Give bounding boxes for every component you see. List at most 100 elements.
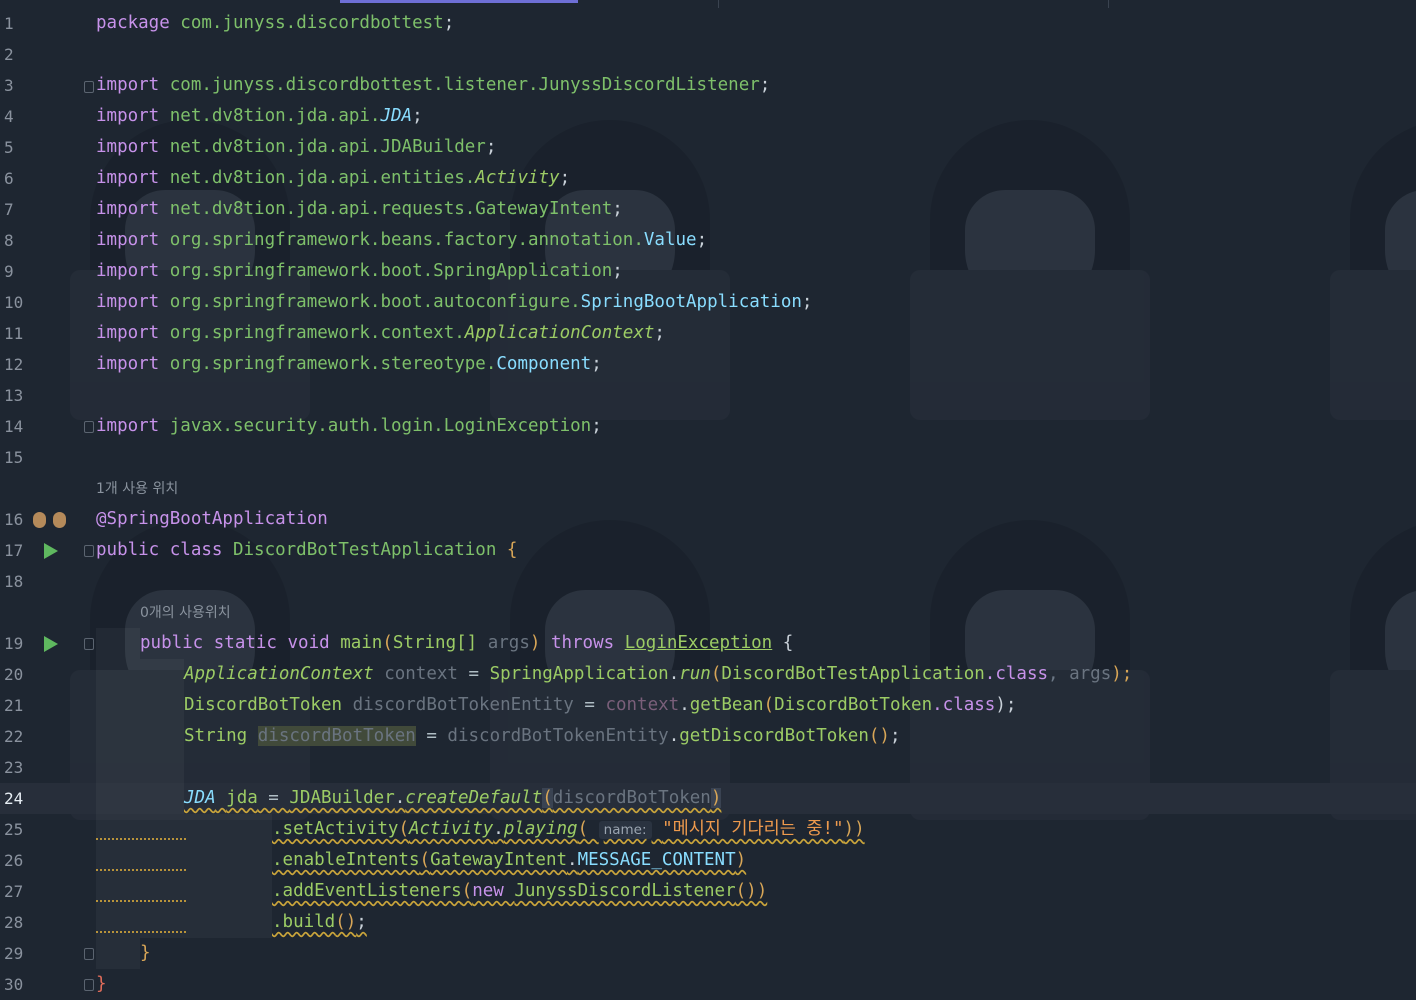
brace: } bbox=[140, 943, 151, 963]
code-line[interactable]: import net.dv8tion.jda.api.requests.Gate… bbox=[96, 194, 623, 225]
code-line[interactable]: import org.springframework.boot.autoconf… bbox=[96, 287, 812, 318]
run-icon[interactable] bbox=[44, 543, 58, 559]
package-name: com.junyss.discordbottest bbox=[169, 13, 444, 33]
editor-gutter[interactable]: 1 2 3 4 5 6 7 8 9 10 11 12 13 14 15 16 1… bbox=[0, 0, 94, 996]
paren: ( bbox=[763, 695, 775, 715]
paren: ( bbox=[577, 819, 599, 839]
code-line[interactable]: import org.springframework.beans.factory… bbox=[96, 225, 707, 256]
line-number: 23 bbox=[4, 758, 24, 777]
code-line[interactable]: public class DiscordBotTestApplication { bbox=[96, 535, 517, 566]
code-line[interactable]: import com.junyss.discordbottest.listene… bbox=[96, 70, 770, 101]
code-line[interactable]: } bbox=[140, 938, 151, 969]
code-line[interactable]: import net.dv8tion.jda.api.JDABuilder; bbox=[96, 132, 496, 163]
method-name: .addEventListeners bbox=[272, 881, 462, 901]
method-name: getDiscordBotToken bbox=[679, 726, 869, 746]
spring-bean-icon[interactable] bbox=[53, 512, 66, 528]
paren: ( bbox=[419, 850, 431, 870]
import-path: net.dv8tion.jda.api. bbox=[159, 106, 381, 126]
class-name: JunyssDiscordListener bbox=[514, 881, 736, 901]
code-line[interactable]: import org.springframework.context.Appli… bbox=[96, 318, 665, 349]
parameter: args bbox=[1069, 664, 1112, 684]
keyword: import bbox=[96, 292, 160, 312]
keyword: import bbox=[96, 199, 160, 219]
line-number: 18 bbox=[4, 572, 24, 591]
import-path: net.dv8tion.jda.api.requests.GatewayInte… bbox=[159, 199, 613, 219]
code-line[interactable]: public static void main(String[] args) t… bbox=[140, 628, 793, 659]
class-name: Activity bbox=[475, 168, 560, 188]
code-line[interactable]: import javax.security.auth.login.LoginEx… bbox=[96, 411, 602, 442]
line-number: 5 bbox=[4, 138, 14, 157]
code-line[interactable]: @SpringBootApplication bbox=[96, 504, 328, 535]
semicolon: ; bbox=[591, 354, 602, 374]
code-line[interactable]: } bbox=[96, 969, 107, 1000]
line-number: 10 bbox=[4, 293, 24, 312]
code-line[interactable]: import net.dv8tion.jda.api.JDA; bbox=[96, 101, 423, 132]
code-line[interactable]: .enableIntents(GatewayIntent.MESSAGE_CON… bbox=[272, 845, 746, 876]
paren: () bbox=[868, 726, 890, 746]
code-line[interactable]: import org.springframework.stereotype.Co… bbox=[96, 349, 602, 380]
paren: ) bbox=[735, 850, 747, 870]
class-name: Activity bbox=[408, 819, 494, 839]
method-name: main bbox=[340, 633, 383, 653]
code-line[interactable]: import org.springframework.boot.SpringAp… bbox=[96, 256, 623, 287]
code-line[interactable]: .addEventListeners(new JunyssDiscordList… bbox=[272, 876, 767, 907]
paren: ( bbox=[542, 788, 553, 808]
usage-hint[interactable]: 0개의 사용위치 bbox=[140, 602, 231, 622]
line-number: 4 bbox=[4, 107, 14, 126]
brace: } bbox=[96, 974, 107, 994]
class-name: Component bbox=[496, 354, 592, 374]
usage-hint[interactable]: 1개 사용 위치 bbox=[96, 478, 178, 498]
code-line[interactable]: package com.junyss.discordbottest; bbox=[96, 8, 454, 39]
semicolon: ; bbox=[612, 199, 623, 219]
keyword: import bbox=[96, 106, 160, 126]
import-path: net.dv8tion.jda.api.entities. bbox=[159, 168, 476, 188]
code-line[interactable]: import net.dv8tion.jda.api.entities.Acti… bbox=[96, 163, 570, 194]
keyword: import bbox=[96, 354, 160, 374]
annotation: @SpringBootApplication bbox=[96, 509, 328, 529]
paren: ); bbox=[1111, 664, 1133, 684]
keyword: public class bbox=[96, 540, 233, 560]
comma: , bbox=[1048, 664, 1070, 684]
parameter: args bbox=[477, 633, 530, 653]
code-line[interactable]: DiscordBotToken discordBotTokenEntity = … bbox=[184, 690, 1016, 721]
code-line[interactable]: .build(); bbox=[272, 907, 367, 938]
semicolon: ; bbox=[591, 416, 602, 436]
method-name: .build bbox=[272, 912, 336, 932]
code-editor[interactable]: package com.junyss.discordbottest; impor… bbox=[86, 0, 1416, 996]
run-icon[interactable] bbox=[44, 636, 58, 652]
spring-bean-icon[interactable] bbox=[33, 512, 46, 528]
import-path: net.dv8tion.jda.api.JDABuilder bbox=[159, 137, 486, 157]
brace: { bbox=[772, 633, 794, 653]
paren: ( bbox=[398, 819, 409, 839]
class-name: DiscordBotTestApplication bbox=[721, 664, 985, 684]
operator: = bbox=[573, 695, 606, 715]
line-number: 12 bbox=[4, 355, 24, 374]
method-name: .setActivity bbox=[272, 819, 399, 839]
semicolon: ; bbox=[443, 13, 455, 33]
keyword: import bbox=[96, 137, 160, 157]
paren: ()) bbox=[735, 881, 768, 901]
type-name: String bbox=[184, 726, 258, 746]
dot: . bbox=[679, 695, 690, 715]
line-number: 1 bbox=[4, 14, 14, 33]
variable-highlighted: discordBotToken bbox=[257, 726, 416, 746]
code-line[interactable]: ApplicationContext context = SpringAppli… bbox=[184, 659, 1132, 690]
class-name: DiscordBotToken bbox=[774, 695, 933, 715]
line-number-active: 24 bbox=[4, 789, 24, 808]
line-number: 29 bbox=[4, 944, 24, 963]
code-line-active[interactable]: JDA jda = JDABuilder.createDefault(disco… bbox=[184, 783, 722, 814]
type-name: ApplicationContext bbox=[184, 664, 374, 684]
keyword: import bbox=[96, 168, 160, 188]
dot: . bbox=[567, 850, 578, 870]
class-name: SpringBootApplication bbox=[580, 292, 802, 312]
code-line[interactable]: String discordBotToken = discordBotToken… bbox=[184, 721, 901, 752]
keyword: import bbox=[96, 75, 160, 95]
line-number: 2 bbox=[4, 45, 14, 64]
class-name: JDABuilder bbox=[289, 788, 395, 808]
operator: = bbox=[257, 788, 290, 808]
code-line[interactable]: .setActivity(Activity.playing( name: "메시… bbox=[272, 814, 865, 845]
class-name: GatewayIntent bbox=[430, 850, 568, 870]
semicolon: ; bbox=[612, 261, 623, 281]
brace: { bbox=[496, 540, 518, 560]
